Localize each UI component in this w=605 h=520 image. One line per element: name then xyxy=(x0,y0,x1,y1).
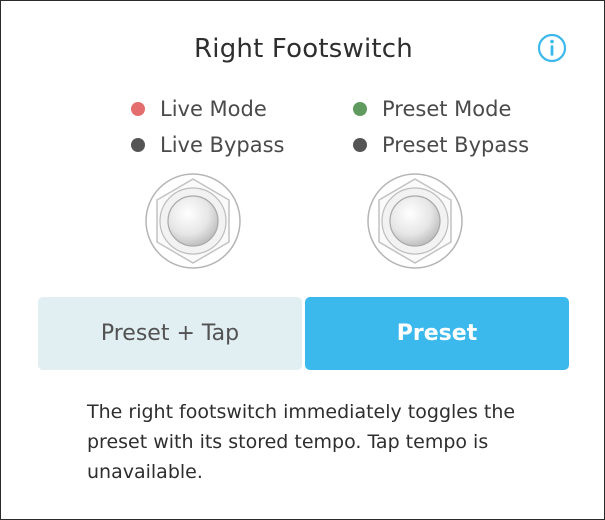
legend-preset-mode: Preset Mode xyxy=(353,96,511,122)
legend-live-mode: Live Mode xyxy=(131,96,267,122)
legend-preset-bypass: Preset Bypass xyxy=(353,132,529,158)
preset-tap-button[interactable]: Preset + Tap xyxy=(38,297,302,370)
legend-label: Preset Bypass xyxy=(382,133,530,157)
legend-label: Live Bypass xyxy=(160,133,285,157)
legend-label: Live Mode xyxy=(160,97,267,121)
preset-bypass-dot xyxy=(353,138,367,152)
mode-description: The right footswitch immediately toggles… xyxy=(87,401,516,483)
preset-button[interactable]: Preset xyxy=(305,297,569,370)
preset-mode-dot xyxy=(353,102,367,116)
info-circle-icon xyxy=(537,33,567,63)
page-title: Right Footswitch xyxy=(194,34,413,64)
footswitch-icon xyxy=(367,173,463,269)
legend-label: Preset Mode xyxy=(382,97,512,121)
footswitch-icon xyxy=(145,173,241,269)
legend-live-bypass: Live Bypass xyxy=(131,132,284,158)
footswitch-settings-panel: Right Footswitch Live Mode Live Bypass P… xyxy=(0,0,605,520)
live-mode-dot xyxy=(131,102,145,116)
info-button[interactable] xyxy=(537,33,567,63)
live-bypass-dot xyxy=(131,138,145,152)
